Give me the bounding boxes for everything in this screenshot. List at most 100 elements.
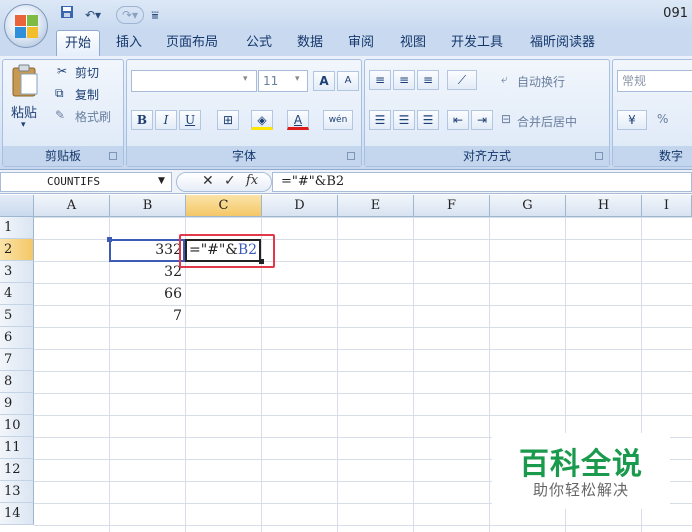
tab-review[interactable]: 审阅: [340, 30, 382, 56]
grow-font-icon[interactable]: A: [313, 71, 335, 91]
formula-input[interactable]: ="#"&B2: [272, 172, 692, 192]
select-all-corner[interactable]: [0, 195, 34, 217]
format-painter-button[interactable]: 格式刷: [75, 108, 111, 125]
cut-button[interactable]: 剪切: [75, 64, 99, 81]
watermark: 百科全说 助你轻松解决: [492, 433, 670, 509]
paste-icon[interactable]: [11, 64, 39, 98]
align-top-icon[interactable]: ≡: [369, 70, 391, 90]
align-left-icon[interactable]: ☰: [369, 110, 391, 130]
name-box-dropdown-icon[interactable]: ▼: [158, 176, 165, 186]
alignment-launcher-icon[interactable]: [595, 152, 603, 160]
number-format-combo[interactable]: 常规: [617, 70, 692, 92]
underline-button[interactable]: U: [179, 110, 201, 130]
copy-icon: ⧉: [55, 86, 64, 100]
column-header-h[interactable]: H: [566, 195, 642, 217]
align-bottom-icon[interactable]: ≡: [417, 70, 439, 90]
number-group: 常规 ¥ % 数字: [612, 59, 692, 167]
align-center-icon[interactable]: ☰: [393, 110, 415, 130]
tab-data[interactable]: 数据: [289, 30, 331, 56]
row-header-9[interactable]: 9: [0, 393, 34, 415]
row-header-5[interactable]: 5: [0, 305, 34, 327]
align-middle-icon[interactable]: ≡: [393, 70, 415, 90]
cancel-icon[interactable]: ✕: [202, 173, 214, 189]
row-header-10[interactable]: 10: [0, 415, 34, 437]
phonetic-guide-icon[interactable]: wén: [323, 110, 353, 130]
range-handle-icon[interactable]: [107, 237, 112, 242]
font-group-label: 字体: [127, 146, 361, 166]
tab-formulas[interactable]: 公式: [238, 30, 280, 56]
clipboard-group-label: 剪贴板: [3, 146, 123, 166]
office-button[interactable]: [4, 4, 48, 48]
font-size-dropdown-icon[interactable]: ▾: [295, 74, 300, 84]
tab-insert[interactable]: 插入: [108, 30, 150, 56]
row-header-14[interactable]: 14: [0, 503, 34, 525]
row-header-13[interactable]: 13: [0, 481, 34, 503]
column-header-f[interactable]: F: [414, 195, 490, 217]
paste-dropdown-icon[interactable]: ▾: [21, 120, 26, 130]
increase-indent-icon[interactable]: ⇥: [471, 110, 493, 130]
enter-icon[interactable]: ✓: [224, 173, 236, 189]
tab-foxit-reader[interactable]: 福昕阅读器: [522, 30, 603, 56]
column-header-g[interactable]: G: [490, 195, 566, 217]
format-painter-icon: ✎: [55, 108, 66, 122]
tab-view[interactable]: 视图: [392, 30, 434, 56]
highlight-box: [179, 234, 275, 268]
undo-icon[interactable]: ↶▾: [82, 5, 104, 25]
window-title: 091: [663, 6, 688, 21]
row-header-3[interactable]: 3: [0, 261, 34, 283]
office-logo-icon: [15, 15, 39, 39]
alignment-group-label: 对齐方式: [365, 146, 609, 166]
cut-icon: ✂: [57, 64, 68, 78]
tab-developer[interactable]: 开发工具: [443, 30, 511, 56]
borders-icon[interactable]: ⊞: [217, 110, 239, 130]
row-header-12[interactable]: 12: [0, 459, 34, 481]
redo-icon[interactable]: ↷▾: [116, 6, 144, 24]
fill-color-icon[interactable]: ◈: [251, 110, 273, 130]
row-header-7[interactable]: 7: [0, 349, 34, 371]
merge-center-icon: ⊟: [501, 112, 512, 126]
font-size-combo[interactable]: 11: [258, 70, 308, 92]
paste-button[interactable]: 粘贴: [11, 102, 37, 121]
column-header-c[interactable]: C: [186, 195, 262, 217]
tab-home[interactable]: 开始: [56, 30, 101, 56]
row-header-8[interactable]: 8: [0, 371, 34, 393]
merge-center-button[interactable]: 合并后居中: [517, 113, 577, 130]
column-header-d[interactable]: D: [262, 195, 338, 217]
wrap-text-icon: ⤶: [501, 72, 508, 86]
row-header-4[interactable]: 4: [0, 283, 34, 305]
font-launcher-icon[interactable]: [347, 152, 355, 160]
percent-button[interactable]: %: [657, 112, 668, 126]
tab-page-layout[interactable]: 页面布局: [158, 30, 226, 56]
column-header-a[interactable]: A: [34, 195, 110, 217]
column-header-e[interactable]: E: [338, 195, 414, 217]
cell-b5[interactable]: 7: [110, 305, 184, 327]
cell-b4[interactable]: 66: [110, 283, 184, 305]
font-name-combo[interactable]: [131, 70, 257, 92]
save-icon[interactable]: [58, 5, 76, 25]
font-color-icon[interactable]: A: [287, 110, 309, 130]
column-header-b[interactable]: B: [110, 195, 186, 217]
bold-button[interactable]: B: [131, 110, 153, 130]
column-header-i[interactable]: I: [642, 195, 692, 217]
shrink-font-icon[interactable]: A: [337, 71, 359, 91]
cell-b3[interactable]: 32: [110, 261, 184, 283]
italic-button[interactable]: I: [155, 110, 177, 130]
row-header-2[interactable]: 2: [0, 239, 34, 261]
align-right-icon[interactable]: ☰: [417, 110, 439, 130]
name-box[interactable]: COUNTIFS: [0, 172, 172, 192]
decrease-indent-icon[interactable]: ⇤: [447, 110, 469, 130]
font-name-dropdown-icon[interactable]: ▾: [243, 74, 248, 84]
orientation-icon[interactable]: ⟋: [447, 70, 477, 90]
row-header-6[interactable]: 6: [0, 327, 34, 349]
row-header-11[interactable]: 11: [0, 437, 34, 459]
copy-button[interactable]: 复制: [75, 86, 99, 103]
customize-icon[interactable]: ⩸: [148, 5, 162, 25]
currency-icon[interactable]: ¥: [617, 110, 647, 130]
insert-function-icon[interactable]: fx: [246, 173, 258, 188]
clipboard-launcher-icon[interactable]: [109, 152, 117, 160]
alignment-group: ≡ ≡ ≡ ⟋ ⤶ 自动换行 ☰ ☰ ☰ ⇤ ⇥ ⊟ 合并后居中 对齐方式: [364, 59, 610, 167]
clipboard-group: 粘贴 ▾ ✂ 剪切 ⧉ 复制 ✎ 格式刷 剪贴板: [2, 59, 124, 167]
wrap-text-button[interactable]: 自动换行: [517, 73, 565, 90]
font-group: ▾ 11 ▾ A A B I U ⊞ ◈ A wén 字体: [126, 59, 362, 167]
row-header-1[interactable]: 1: [0, 217, 34, 239]
